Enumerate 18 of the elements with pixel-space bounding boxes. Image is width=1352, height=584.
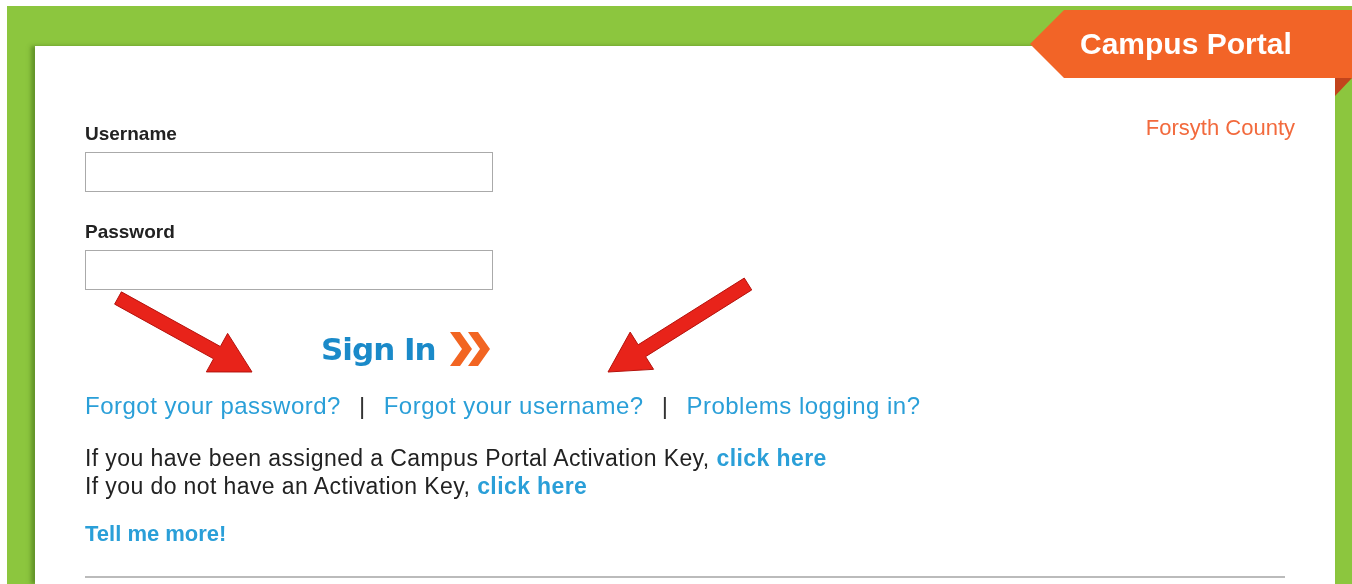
- help-link[interactable]: Forgot your username?: [383, 392, 644, 420]
- click-here-link[interactable]: click here: [716, 444, 827, 472]
- sign-in-button[interactable]: Sign In: [321, 330, 436, 368]
- help-link[interactable]: Problems logging in?: [686, 392, 921, 420]
- district-name: Forsyth County: [1145, 114, 1295, 142]
- tell-me-more-link[interactable]: Tell me more!: [85, 520, 227, 548]
- link-separator: |: [358, 392, 366, 420]
- chevrons-icon: [449, 332, 492, 366]
- banner-title: Campus Portal: [1080, 26, 1292, 62]
- input-field[interactable]: [85, 250, 493, 290]
- link-separator: |: [661, 392, 669, 420]
- field-label: Username: [85, 122, 177, 146]
- activation-text: If you have been assigned a Campus Portal Activation Key,: [85, 444, 710, 472]
- help-link[interactable]: Forgot your password?: [85, 392, 341, 420]
- click-here-link[interactable]: click here: [477, 472, 588, 500]
- field-label: Password: [85, 220, 175, 244]
- input-field[interactable]: [85, 152, 493, 192]
- activation-text: If you do not have an Activation Key,: [85, 472, 471, 500]
